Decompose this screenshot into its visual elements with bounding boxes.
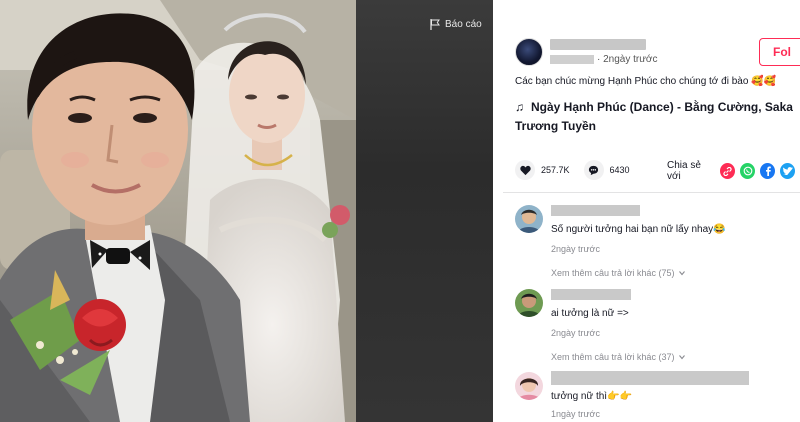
post-caption: Các bạn chúc mừng Hạnh Phúc cho chúng tớ…: [515, 76, 777, 87]
engagement-stats: 257.7K 6430: [515, 160, 644, 180]
facebook-icon[interactable]: [760, 163, 776, 179]
like-button[interactable]: [515, 160, 535, 180]
chevron-down-icon: [679, 271, 686, 276]
comment-text: Số người tưởng hai bạn nữ lấy nhay😂: [551, 224, 726, 235]
commenter-avatar[interactable]: [515, 205, 543, 233]
whatsapp-icon[interactable]: [740, 163, 756, 179]
heart-icon: [519, 165, 531, 175]
view-more-replies-label: Xem thêm câu trả lời khác (37): [551, 352, 675, 362]
like-count: 257.7K: [541, 165, 570, 175]
report-label: Báo cáo: [445, 19, 482, 30]
commenter-name-redacted[interactable]: [551, 371, 749, 385]
comment-time: 2ngày trước: [551, 244, 600, 254]
author-name-redacted: [550, 39, 646, 50]
music-title: Ngày Hạnh Phúc (Dance) - Bằng Cường, Sak…: [515, 100, 793, 133]
commenter-name-redacted[interactable]: [551, 289, 631, 300]
follow-button[interactable]: Fol: [759, 38, 800, 66]
share-bar: Chia sẻ với: [667, 160, 800, 182]
video-frame[interactable]: [0, 0, 356, 422]
author-handle-redacted: [550, 55, 594, 64]
commenter-avatar[interactable]: [515, 372, 543, 400]
comment-button[interactable]: [583, 160, 604, 180]
author-info[interactable]: · 2ngày trước: [515, 38, 658, 66]
author-subline: · 2ngày trước: [550, 54, 658, 65]
flag-icon: [430, 19, 440, 30]
comment-text: tưởng nữ thì👉👉: [551, 391, 632, 402]
author-meta: · 2ngày trước: [550, 39, 658, 65]
commenter-avatar[interactable]: [515, 289, 543, 317]
comment-text: ai tưởng là nữ =>: [551, 308, 629, 319]
comment-time: 1ngày trước: [551, 409, 600, 419]
comment-body: Số người tưởng hai bạn nữ lấy nhay😂 2ngà…: [551, 205, 800, 278]
view-more-replies-button[interactable]: Xem thêm câu trả lời khác (75): [551, 268, 800, 278]
author-avatar[interactable]: [515, 38, 543, 66]
details-panel: · 2ngày trước Fol Các bạn chúc mừng Hạnh…: [493, 0, 800, 422]
share-label: Chia sẻ với: [667, 160, 701, 182]
comment-bubble-icon: [588, 165, 599, 175]
music-link[interactable]: ♫ Ngày Hạnh Phúc (Dance) - Bằng Cường, Sa…: [515, 98, 800, 136]
twitter-icon[interactable]: [780, 163, 795, 179]
comment-time: 2ngày trước: [551, 328, 600, 338]
view-more-replies-label: Xem thêm câu trả lời khác (75): [551, 268, 675, 278]
video-player[interactable]: Báo cáo: [0, 0, 493, 422]
wedding-video-image: [0, 0, 356, 422]
music-note-icon: ♫: [515, 100, 524, 114]
post-time: · 2ngày trước: [597, 54, 658, 65]
view-more-replies-button[interactable]: Xem thêm câu trả lời khác (37): [551, 352, 800, 362]
divider: [503, 192, 800, 193]
commenter-name-redacted[interactable]: [551, 205, 640, 216]
copy-link-icon[interactable]: [720, 163, 736, 179]
comment-count: 6430: [609, 165, 630, 175]
comment-body: ai tưởng là nữ => 2ngày trước Xem thêm c…: [551, 289, 800, 362]
comment-body: tưởng nữ thì👉👉 1ngày trước: [551, 371, 800, 419]
report-button[interactable]: Báo cáo: [430, 19, 482, 30]
video-blur-background-right: [355, 0, 493, 422]
chevron-down-icon: [679, 355, 686, 360]
